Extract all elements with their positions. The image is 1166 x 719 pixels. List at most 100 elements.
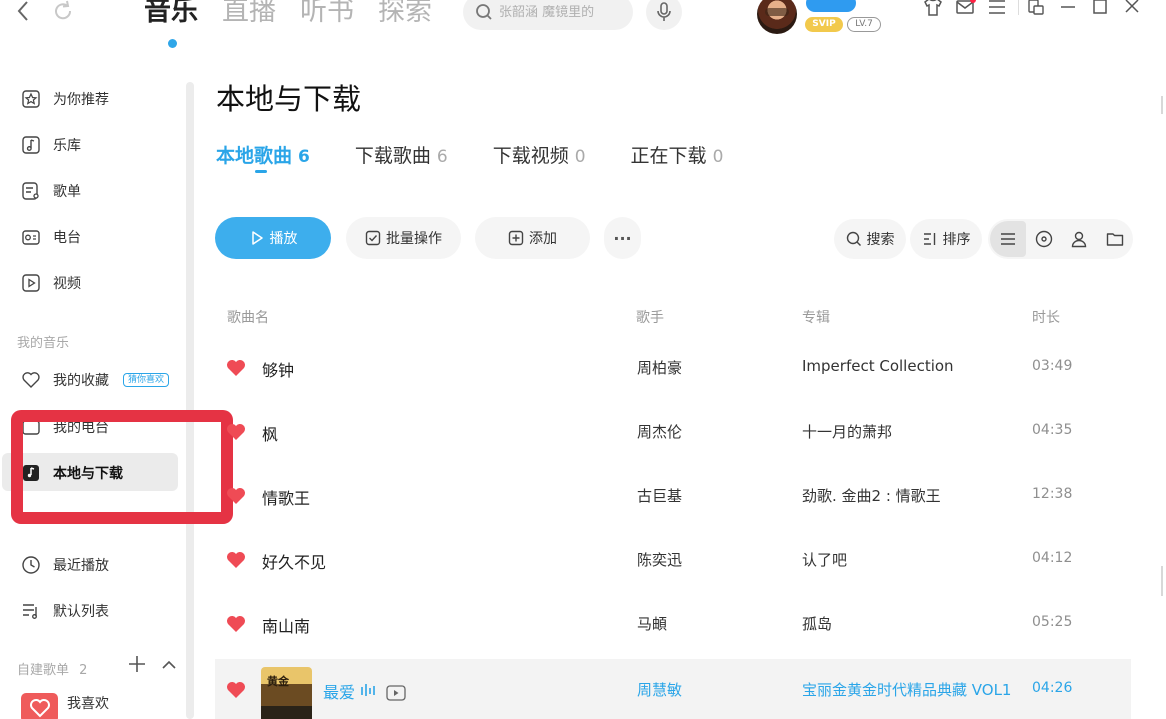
active-tab-underline bbox=[255, 170, 267, 173]
song-singer[interactable]: 周杰伦 bbox=[637, 421, 682, 442]
sidebar-item-playlists[interactable]: 歌单 bbox=[21, 181, 81, 201]
play-all-button[interactable]: 播放 bbox=[215, 217, 331, 259]
chevron-up-icon[interactable] bbox=[160, 656, 178, 674]
more-button[interactable]: ··· bbox=[604, 217, 641, 259]
level-badge[interactable]: LV.7 bbox=[847, 17, 881, 32]
voice-search-button[interactable] bbox=[646, 0, 682, 30]
sidebar-item-library[interactable]: 乐库 bbox=[21, 135, 81, 155]
tab-downloaded-videos[interactable]: 下载视频 0 bbox=[493, 141, 586, 168]
song-title[interactable]: 最爱 bbox=[323, 679, 355, 703]
album-view-icon[interactable] bbox=[1026, 221, 1062, 257]
svip-badge[interactable]: SVIP bbox=[805, 17, 843, 32]
tab-audiobook[interactable]: 听书 bbox=[300, 0, 354, 32]
tab-downloaded-songs[interactable]: 下载歌曲 6 bbox=[355, 141, 448, 168]
mv-play-icon[interactable] bbox=[386, 685, 406, 701]
song-singer[interactable]: 陈奕迅 bbox=[637, 549, 682, 570]
menu-icon[interactable] bbox=[986, 0, 1008, 18]
checkbox-icon bbox=[365, 230, 381, 246]
heart-icon[interactable] bbox=[226, 551, 246, 569]
avatar[interactable] bbox=[757, 0, 797, 34]
main-scrollbar[interactable] bbox=[1160, 66, 1164, 719]
maximize-icon[interactable] bbox=[1089, 0, 1111, 18]
song-row[interactable]: 好久不见 陈奕迅 认了吧 04:12 bbox=[215, 529, 1131, 593]
column-header-title[interactable]: 歌曲名 bbox=[227, 307, 269, 327]
sidebar-item-liked[interactable]: 我喜欢 bbox=[67, 693, 109, 713]
sidebar-item-default-list[interactable]: 默认列表 bbox=[21, 601, 109, 621]
song-album[interactable]: 劲歌. 金曲2 : 情歌王 bbox=[802, 485, 941, 506]
sidebar-item-label: 为你推荐 bbox=[53, 92, 109, 108]
mini-mode-icon[interactable] bbox=[1025, 0, 1047, 18]
song-title[interactable]: 情歌王 bbox=[262, 485, 310, 509]
sort-button[interactable]: 排序 bbox=[910, 219, 982, 259]
column-header-album[interactable]: 专辑 bbox=[802, 307, 830, 327]
tab-live[interactable]: 直播 bbox=[222, 0, 276, 32]
sidebar-item-label: 默认列表 bbox=[53, 604, 109, 620]
add-playlist-button[interactable] bbox=[128, 655, 146, 678]
song-row[interactable]: 情歌王 古巨基 劲歌. 金曲2 : 情歌王 12:38 bbox=[215, 465, 1131, 529]
search-input[interactable] bbox=[499, 4, 627, 20]
username-redacted[interactable] bbox=[806, 0, 856, 12]
song-title[interactable]: 枫 bbox=[262, 421, 278, 445]
tab-music[interactable]: 音乐 bbox=[144, 0, 198, 32]
sidebar-item-recent[interactable]: 最近播放 bbox=[21, 555, 109, 575]
active-tab-indicator bbox=[168, 39, 177, 48]
song-title[interactable]: 够钟 bbox=[262, 357, 294, 381]
song-title[interactable]: 好久不见 bbox=[262, 549, 326, 573]
song-title[interactable]: 南山南 bbox=[262, 613, 310, 637]
main-tabs: 音乐 直播 听书 探索 bbox=[144, 0, 432, 32]
sidebar-item-label: 乐库 bbox=[53, 138, 81, 154]
album-cover[interactable]: 黄金 bbox=[261, 667, 312, 719]
sidebar-item-video[interactable]: 视频 bbox=[21, 273, 81, 293]
play-label: 播放 bbox=[269, 231, 298, 247]
song-singer[interactable]: 古巨基 bbox=[637, 485, 682, 506]
sidebar-item-favorites[interactable]: 我的收藏 猜你喜欢 bbox=[21, 370, 170, 390]
column-header-duration[interactable]: 时长 bbox=[1032, 307, 1060, 327]
folder-view-icon[interactable] bbox=[1097, 221, 1133, 257]
song-row-playing[interactable]: 黄金 最爱 周慧敏 宝丽金黄金时代精品典藏 VOL1 04:26 bbox=[215, 659, 1131, 719]
sort-label: 排序 bbox=[942, 232, 971, 248]
sidebar-item-recommend[interactable]: 为你推荐 bbox=[21, 89, 109, 109]
guess-you-like-tag[interactable]: 猜你喜欢 bbox=[123, 373, 170, 387]
song-album[interactable]: 认了吧 bbox=[802, 549, 847, 570]
song-album[interactable]: 十一月的萧邦 bbox=[802, 421, 892, 442]
column-header-singer[interactable]: 歌手 bbox=[636, 307, 664, 327]
liked-playlist-cover[interactable] bbox=[21, 693, 58, 719]
heart-icon[interactable] bbox=[226, 681, 246, 699]
play-icon bbox=[251, 231, 263, 245]
song-album[interactable]: Imperfect Collection bbox=[802, 357, 954, 375]
back-icon[interactable] bbox=[14, 0, 34, 24]
tab-label: 下载歌曲 bbox=[354, 145, 431, 167]
sidebar-item-radio[interactable]: 电台 bbox=[21, 227, 81, 247]
song-singer[interactable]: 周慧敏 bbox=[637, 679, 682, 700]
song-row[interactable]: 枫 周杰伦 十一月的萧邦 04:35 bbox=[215, 401, 1131, 465]
close-icon[interactable] bbox=[1121, 0, 1143, 18]
batch-operation-button[interactable]: 批量操作 bbox=[346, 217, 461, 259]
song-album[interactable]: 孤岛 bbox=[802, 613, 832, 634]
tab-downloading[interactable]: 正在下载 0 bbox=[631, 141, 724, 168]
song-row[interactable]: 够钟 周柏豪 Imperfect Collection 03:49 bbox=[215, 337, 1131, 401]
sidebar-scrollbar[interactable] bbox=[186, 82, 194, 719]
add-button[interactable]: 添加 bbox=[475, 217, 590, 259]
tab-local-songs[interactable]: 本地歌曲 6 bbox=[216, 141, 310, 168]
singer-view-icon[interactable] bbox=[1062, 221, 1098, 257]
search-box[interactable] bbox=[463, 0, 633, 30]
song-row[interactable]: 南山南 马頔 孤岛 05:25 bbox=[215, 593, 1131, 657]
heart-icon[interactable] bbox=[226, 359, 246, 377]
search-songs-button[interactable]: 搜索 bbox=[834, 219, 906, 259]
heart-icon[interactable] bbox=[226, 423, 246, 441]
heart-icon[interactable] bbox=[226, 487, 246, 505]
sidebar-item-label: 我喜欢 bbox=[67, 696, 109, 712]
mail-icon[interactable] bbox=[954, 0, 976, 18]
skin-shirt-icon[interactable] bbox=[922, 0, 944, 18]
song-singer[interactable]: 马頔 bbox=[637, 613, 667, 634]
minimize-icon[interactable] bbox=[1057, 0, 1079, 18]
song-album[interactable]: 宝丽金黄金时代精品典藏 VOL1 bbox=[802, 679, 1011, 700]
song-singer[interactable]: 周柏豪 bbox=[637, 357, 682, 378]
sort-icon bbox=[923, 233, 935, 245]
plus-icon bbox=[129, 656, 145, 672]
heart-icon[interactable] bbox=[226, 615, 246, 633]
list-view-icon[interactable] bbox=[990, 221, 1026, 257]
tab-count: 6 bbox=[298, 147, 310, 167]
tab-explore[interactable]: 探索 bbox=[378, 0, 432, 32]
refresh-icon[interactable] bbox=[52, 0, 74, 22]
